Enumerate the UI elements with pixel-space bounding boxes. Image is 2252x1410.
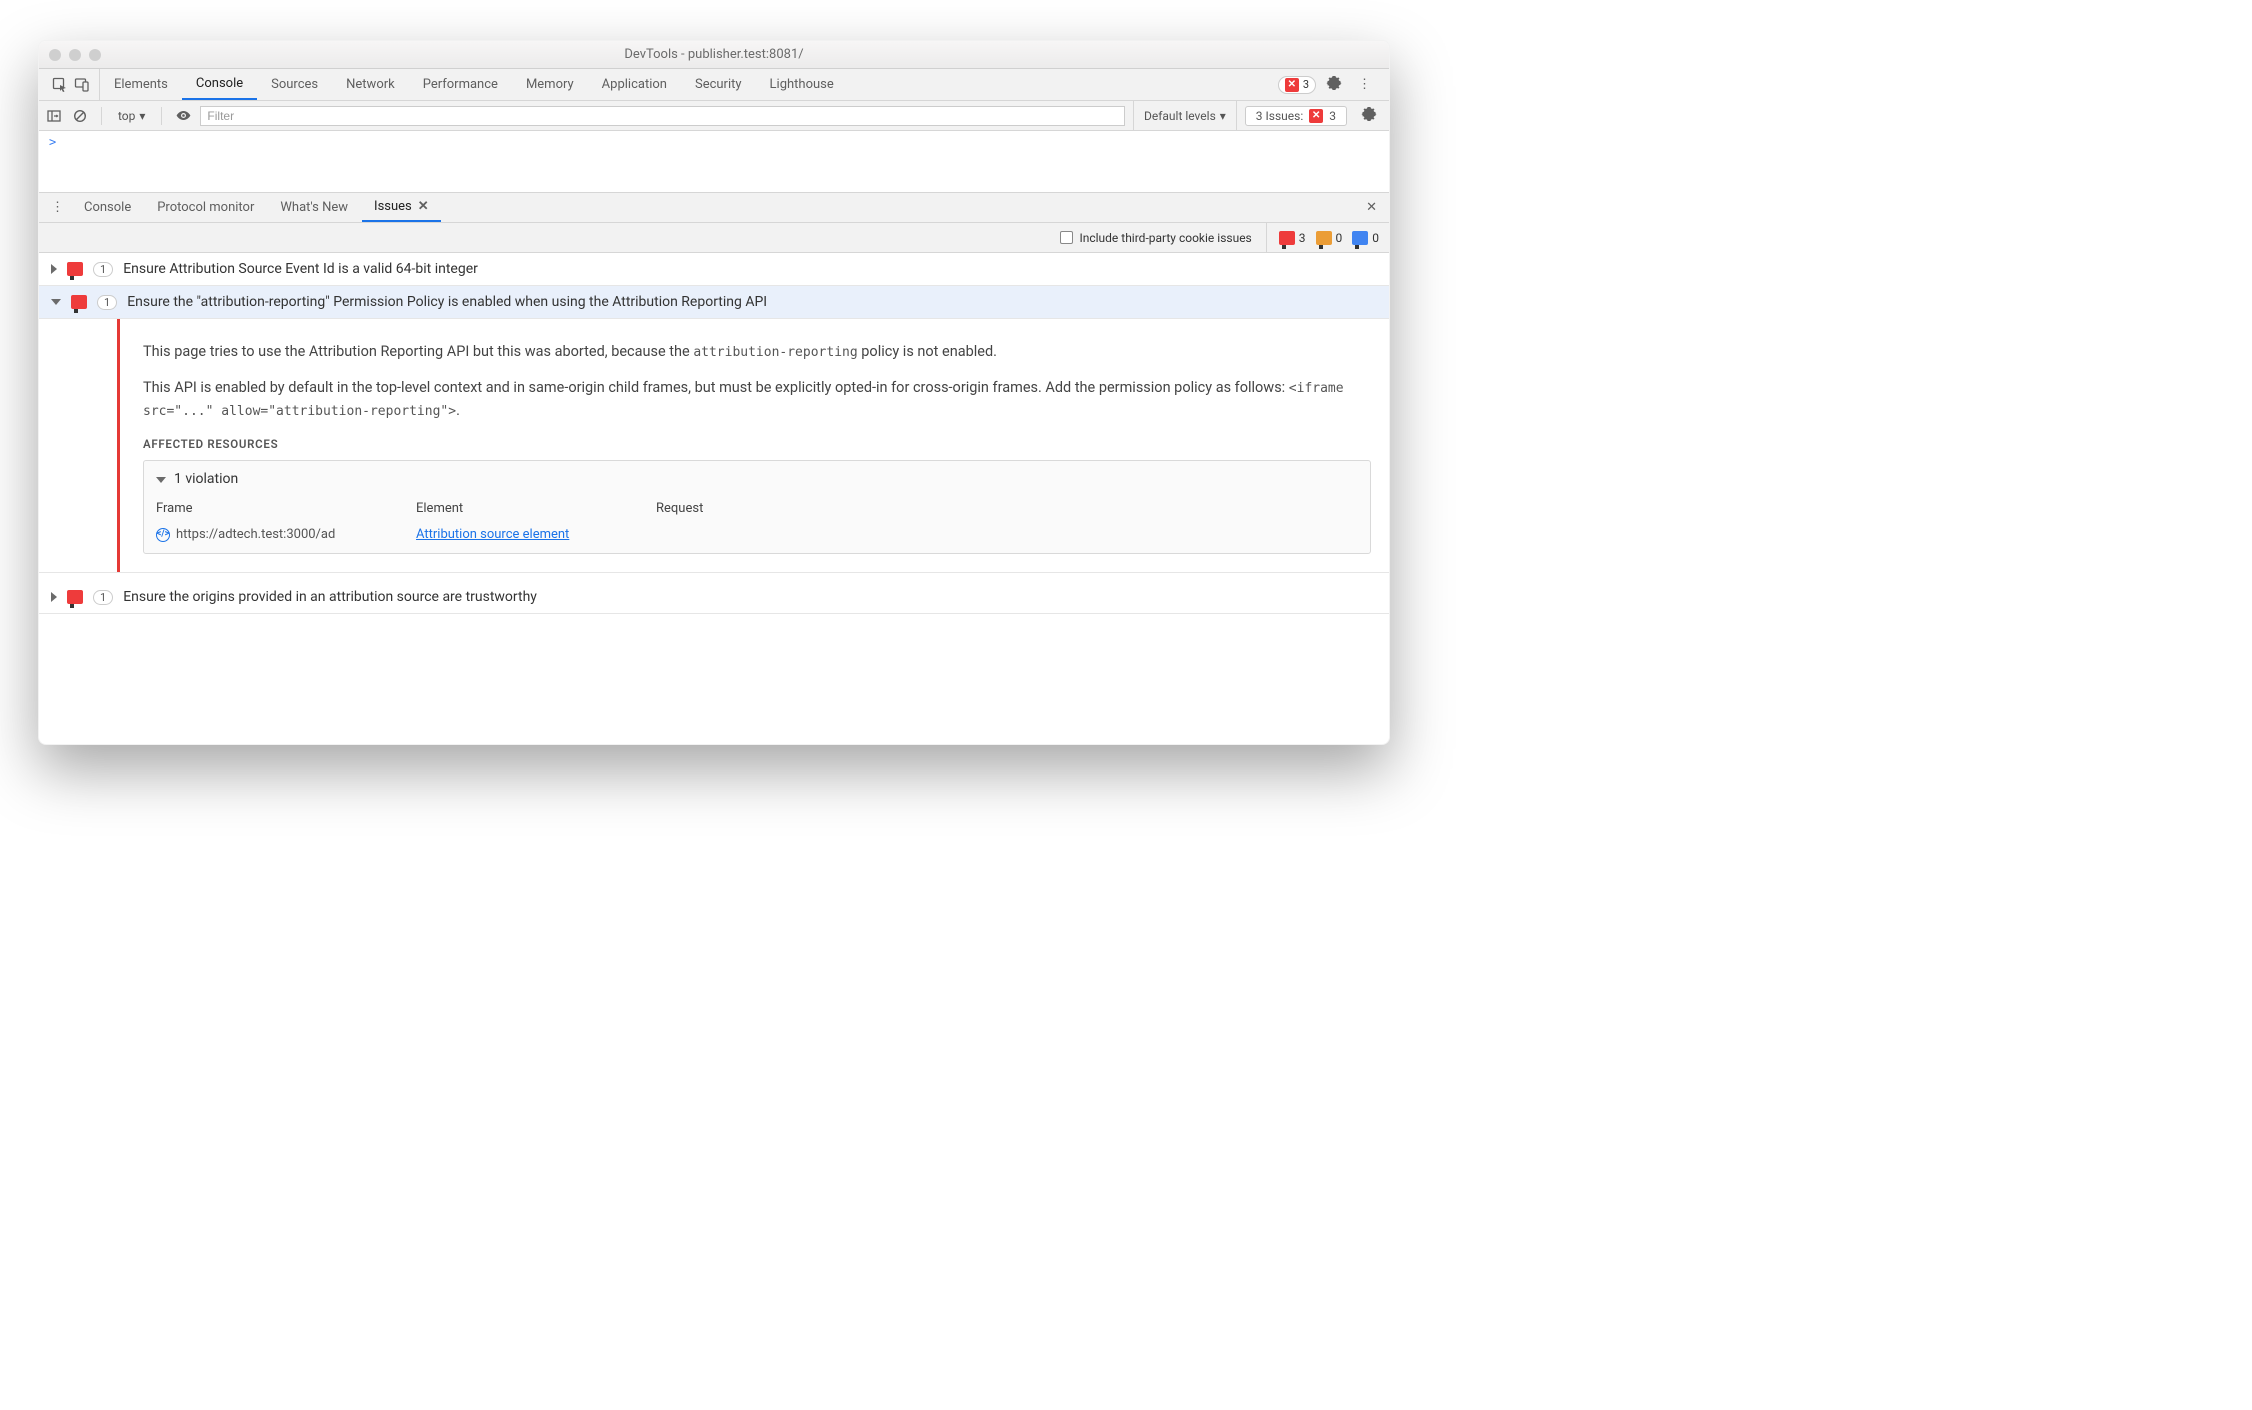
clear-console-icon[interactable] <box>71 107 89 125</box>
tab-lighthouse[interactable]: Lighthouse <box>756 69 848 100</box>
issue-title: Ensure the origins provided in an attrib… <box>123 589 1379 605</box>
drawer-tab-console[interactable]: Console <box>72 193 143 222</box>
devtools-window: DevTools - publisher.test:8081/ Elements… <box>38 40 1390 745</box>
issue-title: Ensure the "attribution-reporting" Permi… <box>127 294 1379 310</box>
td-element[interactable]: Attribution source element <box>416 525 646 545</box>
expand-icon <box>51 592 57 602</box>
collapse-icon <box>156 477 166 483</box>
context-selector[interactable]: top ▾ <box>114 109 149 123</box>
affected-table: Frame Element Request </> https://adtech… <box>156 499 1358 545</box>
th-frame: Frame <box>156 499 406 519</box>
affected-resources-label: AFFECTED RESOURCES <box>143 436 1371 454</box>
main-tab-bar: Elements Console Sources Network Perform… <box>39 69 1389 101</box>
td-request <box>656 525 806 545</box>
error-icon: ✕ <box>1309 109 1323 123</box>
issue-title: Ensure Attribution Source Event Id is a … <box>123 261 1379 277</box>
tab-application[interactable]: Application <box>588 69 681 100</box>
issue-count-badge: 1 <box>93 590 113 605</box>
info-count: 0 <box>1372 231 1379 245</box>
error-icon: ✕ <box>1285 78 1299 92</box>
warning-count-group[interactable]: 0 <box>1316 231 1343 245</box>
chevron-down-icon: ▾ <box>139 109 145 123</box>
filter-input[interactable] <box>200 106 1125 126</box>
tab-security[interactable]: Security <box>681 69 756 100</box>
live-expression-icon[interactable] <box>174 107 192 125</box>
settings-gear-icon[interactable] <box>1320 75 1348 95</box>
checkbox-icon <box>1060 231 1073 244</box>
th-element: Element <box>416 499 646 519</box>
levels-label: Default levels <box>1144 109 1216 123</box>
titlebar: DevTools - publisher.test:8081/ <box>39 41 1389 69</box>
issue-count-badge: 1 <box>93 262 113 277</box>
frame-url: https://adtech.test:3000/ad <box>176 525 335 545</box>
warning-count: 0 <box>1336 231 1343 245</box>
issue-detail: This page tries to use the Attribution R… <box>39 319 1389 573</box>
close-tab-icon[interactable]: ✕ <box>418 199 429 214</box>
third-party-label: Include third-party cookie issues <box>1079 231 1251 245</box>
frame-icon: </> <box>156 528 170 542</box>
issues-button[interactable]: 3 Issues: ✕ 3 <box>1245 106 1347 126</box>
tab-memory[interactable]: Memory <box>512 69 588 100</box>
th-request: Request <box>656 499 806 519</box>
collapse-icon <box>51 299 61 305</box>
drawer-close-icon[interactable]: ✕ <box>1360 200 1383 215</box>
blank-area <box>39 614 1389 744</box>
error-bubble-icon <box>67 590 83 604</box>
issue-description-1: This page tries to use the Attribution R… <box>143 341 1371 363</box>
tab-performance[interactable]: Performance <box>409 69 512 100</box>
device-toggle-icon[interactable] <box>73 76 91 94</box>
console-sidebar-toggle-icon[interactable] <box>45 107 63 125</box>
issues-button-count: 3 <box>1329 109 1336 123</box>
code-policy-name: attribution-reporting <box>693 345 857 360</box>
issue-counts: 3 0 0 <box>1266 223 1379 252</box>
issues-button-label: 3 Issues: <box>1256 109 1303 123</box>
drawer-kebab-icon[interactable]: ⋮ <box>45 200 70 215</box>
info-count-group[interactable]: 0 <box>1352 231 1379 245</box>
log-levels-selector[interactable]: Default levels ▾ <box>1133 101 1237 130</box>
console-toolbar: top ▾ Default levels ▾ 3 Issues: ✕ 3 <box>39 101 1389 131</box>
console-prompt[interactable]: > <box>39 131 1389 193</box>
drawer-tab-whats-new[interactable]: What's New <box>268 193 360 222</box>
warning-bubble-icon <box>1316 231 1332 245</box>
tab-network[interactable]: Network <box>332 69 409 100</box>
third-party-checkbox[interactable]: Include third-party cookie issues <box>1060 231 1251 245</box>
chevron-down-icon: ▾ <box>1220 109 1226 123</box>
error-count: 3 <box>1299 231 1306 245</box>
affected-resources-box: 1 violation Frame Element Request </> ht… <box>143 460 1371 554</box>
top-error-count-value: 3 <box>1303 78 1309 91</box>
violation-label: 1 violation <box>174 469 238 491</box>
error-bubble-icon <box>67 262 83 276</box>
main-kebab-icon[interactable]: ⋮ <box>1352 77 1377 92</box>
error-bubble-icon <box>1279 231 1295 245</box>
tab-elements[interactable]: Elements <box>100 69 182 100</box>
tab-console[interactable]: Console <box>182 69 257 100</box>
top-error-count[interactable]: ✕ 3 <box>1278 76 1316 94</box>
issues-toolbar: Include third-party cookie issues 3 0 0 <box>39 223 1389 253</box>
violation-toggle[interactable]: 1 violation <box>156 469 1358 491</box>
drawer-tab-bar: ⋮ Console Protocol monitor What's New Is… <box>39 193 1389 223</box>
issue-count-badge: 1 <box>97 295 117 310</box>
td-frame[interactable]: </> https://adtech.test:3000/ad <box>156 525 406 545</box>
drawer-tab-protocol-monitor[interactable]: Protocol monitor <box>145 193 266 222</box>
expand-icon <box>51 264 57 274</box>
window-title: DevTools - publisher.test:8081/ <box>39 47 1389 62</box>
issue-row-2[interactable]: 1 Ensure the origins provided in an attr… <box>39 573 1389 614</box>
inspect-element-icon[interactable] <box>51 76 69 94</box>
tab-sources[interactable]: Sources <box>257 69 332 100</box>
console-settings-icon[interactable] <box>1355 106 1383 125</box>
issue-description-2: This API is enabled by default in the to… <box>143 377 1371 422</box>
issue-row-1[interactable]: 1 Ensure the "attribution-reporting" Per… <box>39 286 1389 319</box>
info-bubble-icon <box>1352 231 1368 245</box>
drawer-tab-issues[interactable]: Issues ✕ <box>362 193 441 222</box>
error-bubble-icon <box>71 295 87 309</box>
context-label: top <box>118 109 135 123</box>
error-count-group[interactable]: 3 <box>1279 231 1306 245</box>
issue-row-0[interactable]: 1 Ensure Attribution Source Event Id is … <box>39 253 1389 286</box>
element-link[interactable]: Attribution source element <box>416 525 569 545</box>
drawer-tab-issues-label: Issues <box>374 199 412 214</box>
